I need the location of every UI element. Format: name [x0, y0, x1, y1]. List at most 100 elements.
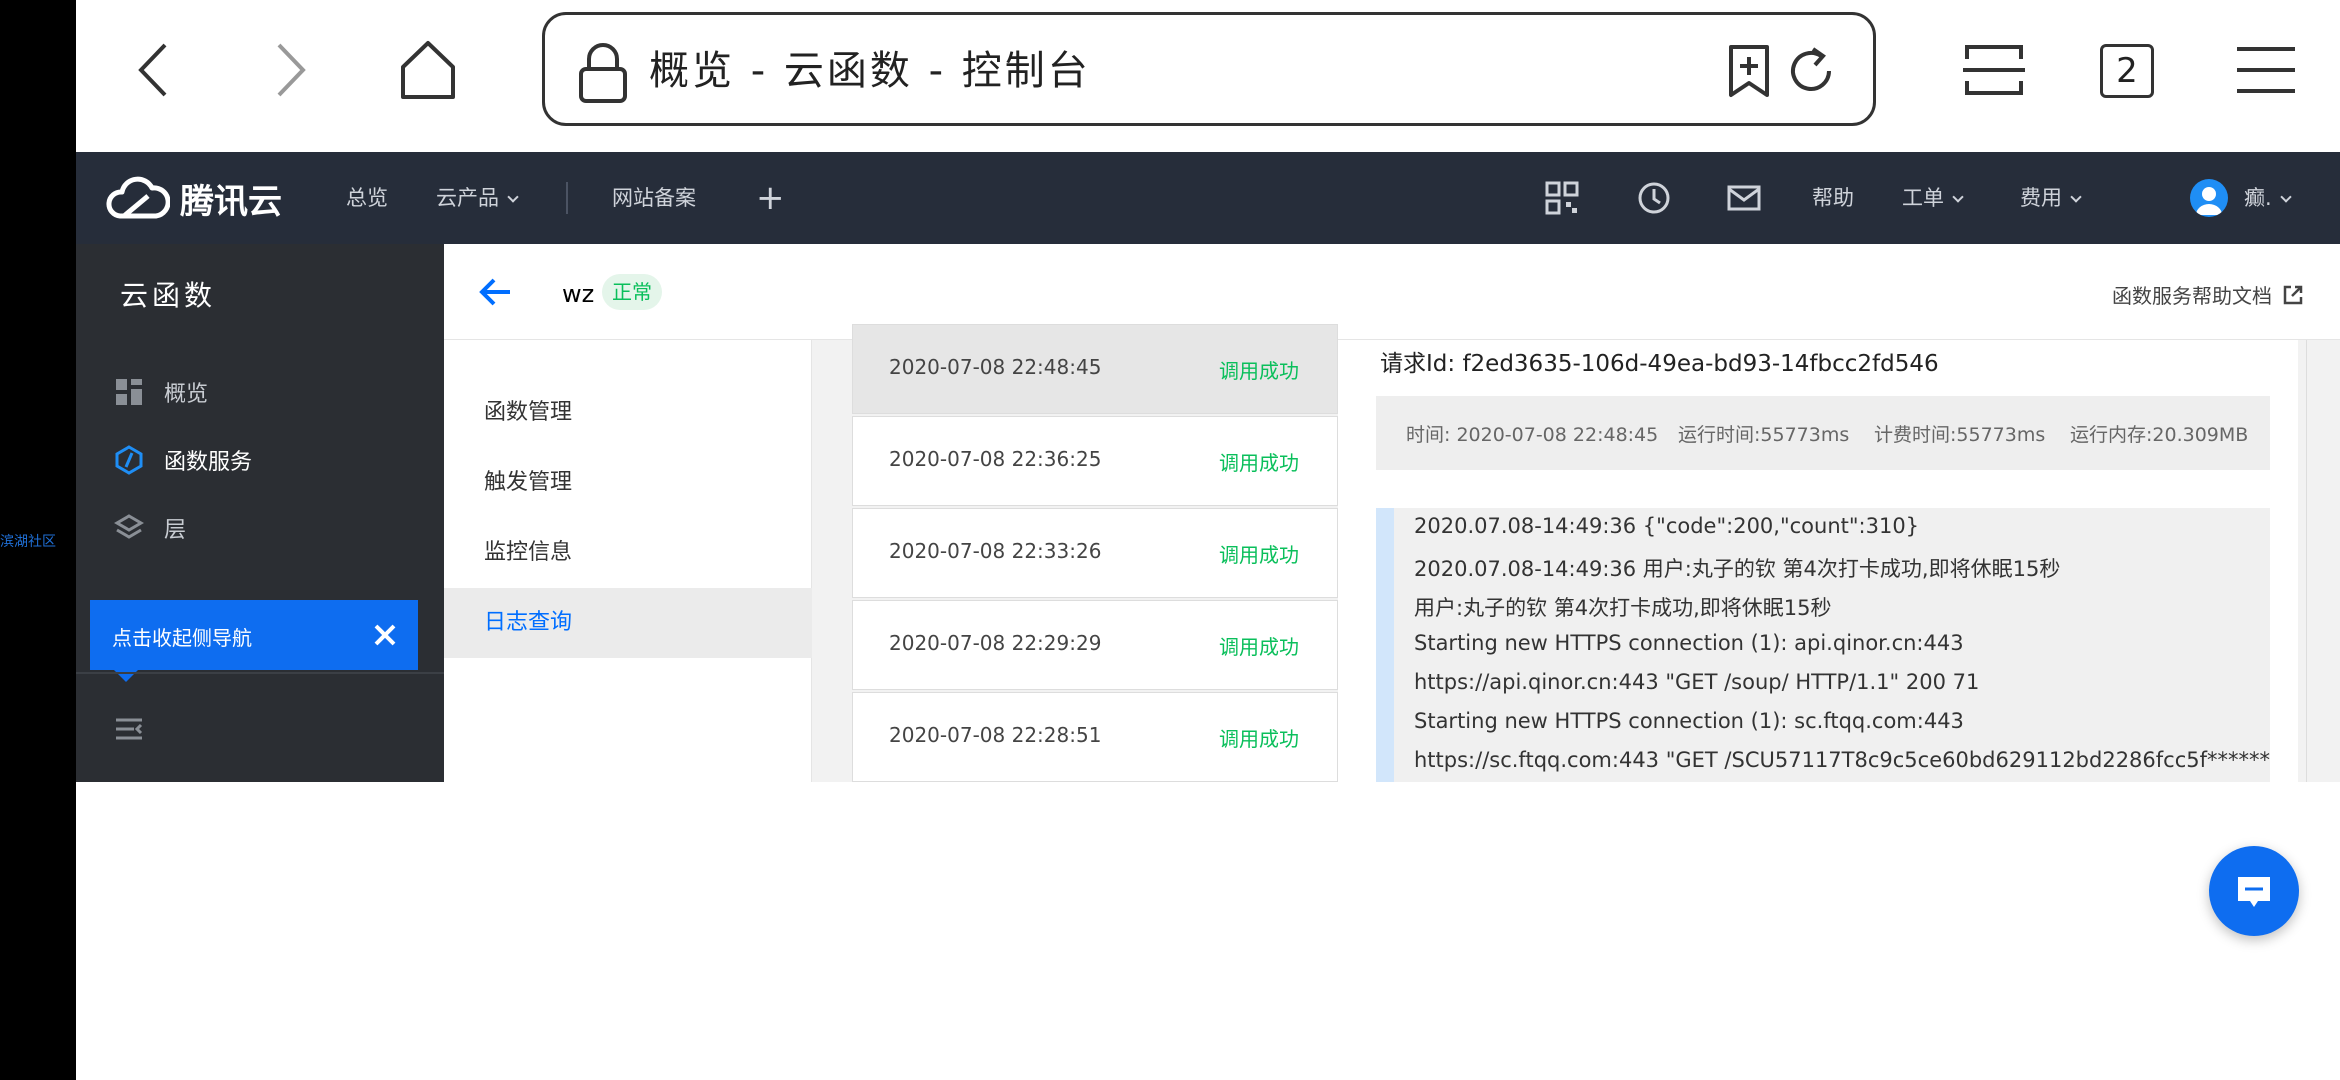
- cloud-logo-icon: [106, 176, 170, 219]
- collapse-sidebar-icon[interactable]: [114, 714, 144, 744]
- chevron-down-icon: [1952, 191, 1964, 203]
- collapse-nav-tooltip: 点击收起侧导航: [90, 600, 418, 682]
- submenu-monitoring[interactable]: 监控信息: [444, 518, 812, 588]
- screen: 概览 - 云函数 - 控制台 2 腾讯云 总览 云产品 网站备案 + 帮助 工单…: [76, 0, 2340, 1080]
- tencent-cloud-logo[interactable]: 腾讯云: [106, 172, 282, 224]
- log-row[interactable]: 2020-07-08 22:33:26 调用成功: [852, 508, 1338, 598]
- console-top-nav: 腾讯云 总览 云产品 网站备案 + 帮助 工单 费用 癫.: [76, 152, 2340, 244]
- log-row[interactable]: 2020-07-08 22:48:45 调用成功: [852, 324, 1338, 414]
- qr-code-icon[interactable]: [1544, 180, 1580, 216]
- function-hexagon-icon: [115, 445, 143, 475]
- sidebar-item-label: 函数服务: [164, 450, 253, 475]
- log-time: 2020-07-08 22:33:26: [889, 539, 1102, 563]
- function-header: wz 正常 函数服务帮助文档: [444, 244, 2340, 340]
- log-output: 2020.07.08-14:49:36 {"code":200,"count":…: [1376, 508, 2270, 782]
- log-line: 2020.07.08-14:49:36 {"code":200,"count":…: [1414, 514, 1920, 538]
- nav-ticket[interactable]: 工单: [1902, 152, 1964, 244]
- help-doc-label: 函数服务帮助文档: [2112, 284, 2272, 308]
- log-meta-time: 时间: 2020-07-08 22:48:45: [1406, 424, 1659, 446]
- sidebar: 云函数 概览 函数服务 层 点击收起侧导航: [76, 244, 444, 782]
- nav-billing[interactable]: 费用: [2020, 152, 2082, 244]
- nav-help[interactable]: 帮助: [1812, 152, 1854, 244]
- sidebar-item-label: 概览: [164, 382, 209, 407]
- toolbar-toggle-button[interactable]: [1954, 30, 2034, 110]
- log-status: 调用成功: [1219, 635, 1299, 659]
- log-time: 2020-07-08 22:36:25: [889, 447, 1102, 471]
- sidebar-item-layer[interactable]: 层: [114, 508, 186, 548]
- address-bar[interactable]: 概览 - 云函数 - 控制台: [542, 12, 1876, 126]
- chat-bubble-icon: [2238, 877, 2270, 907]
- menu-button[interactable]: [2226, 30, 2306, 110]
- home-button[interactable]: [388, 30, 468, 110]
- arrow-left-icon[interactable]: [478, 274, 514, 310]
- chevron-down-icon: [2280, 191, 2292, 203]
- nav-icp[interactable]: 网站备案: [612, 152, 696, 244]
- log-row[interactable]: 2020-07-08 22:36:25 调用成功: [852, 416, 1338, 506]
- nav-plus-button[interactable]: +: [756, 152, 785, 244]
- log-row[interactable]: 2020-07-08 22:28:51 调用成功: [852, 692, 1338, 782]
- nav-divider: [566, 182, 568, 214]
- clock-icon[interactable]: [1636, 180, 1672, 216]
- log-line: https://sc.ftqq.com:443 "GET /SCU57117T8…: [1414, 748, 2271, 772]
- home-icon: [401, 41, 455, 99]
- nav-overview[interactable]: 总览: [346, 152, 388, 244]
- layers-icon: [114, 514, 144, 539]
- chat-support-button[interactable]: [2209, 846, 2299, 936]
- log-line: https://api.qinor.cn:443 "GET /soup/ HTT…: [1414, 670, 1980, 694]
- browser-bar: 概览 - 云函数 - 控制台 2: [76, 0, 2340, 152]
- log-meta-billed-time: 计费时间:55773ms: [1874, 424, 2046, 446]
- tooltip-text: 点击收起侧导航: [112, 626, 252, 650]
- back-button[interactable]: [116, 30, 196, 110]
- tabs-button[interactable]: 2: [2100, 44, 2154, 98]
- split-view-icon: [1963, 45, 2025, 95]
- user-icon: [2196, 187, 2222, 215]
- log-line: Starting new HTTPS connection (1): sc.ft…: [1414, 709, 1964, 733]
- log-line: Starting new HTTPS connection (1): api.q…: [1414, 631, 1964, 655]
- status-badge: 正常: [602, 274, 662, 310]
- nav-products[interactable]: 云产品: [436, 152, 519, 244]
- nav-user[interactable]: 癫.: [2244, 152, 2292, 244]
- chevron-down-icon: [2070, 191, 2082, 203]
- submenu-trigger-management[interactable]: 触发管理: [444, 448, 812, 518]
- submenu-log-query[interactable]: 日志查询: [444, 588, 812, 658]
- log-status: 调用成功: [1219, 359, 1299, 383]
- avatar[interactable]: [2190, 179, 2228, 217]
- log-meta-runtime: 运行时间:55773ms: [1678, 424, 1850, 446]
- log-time: 2020-07-08 22:48:45: [889, 355, 1102, 379]
- external-link-icon: [2283, 285, 2303, 304]
- nav-user-label: 癫.: [2244, 186, 2272, 210]
- chevron-right-icon: [277, 43, 306, 97]
- address-text: 概览 - 云函数 - 控制台: [649, 48, 1091, 94]
- forward-button[interactable]: [248, 30, 328, 110]
- right-scroll-track[interactable]: [2306, 340, 2340, 782]
- log-status: 调用成功: [1219, 543, 1299, 567]
- sidebar-divider: [76, 672, 444, 674]
- submenu-function-management[interactable]: 函数管理: [444, 378, 812, 448]
- nav-products-label: 云产品: [436, 186, 499, 210]
- request-id: 请求Id: f2ed3635-106d-49ea-bd93-14fbcc2fd5…: [1380, 351, 1939, 377]
- log-line: 2020.07.08-14:49:36 用户:丸子的钦 第4次打卡成功,即将休眠…: [1414, 557, 2061, 581]
- log-line: 用户:丸子的钦 第4次打卡成功,即将休眠15秒: [1414, 596, 1832, 620]
- log-meta-box: 时间: 2020-07-08 22:48:45 运行时间:55773ms 计费时…: [1376, 396, 2270, 470]
- sidebar-item-function-service[interactable]: 函数服务: [114, 440, 252, 480]
- chevron-left-icon: [138, 43, 167, 97]
- nav-ticket-label: 工单: [1902, 186, 1944, 210]
- sidebar-item-overview[interactable]: 概览: [114, 372, 208, 412]
- bookmark-add-icon[interactable]: [1719, 41, 1779, 101]
- log-time: 2020-07-08 22:28:51: [889, 723, 1102, 747]
- reload-icon[interactable]: [1781, 41, 1841, 101]
- function-name: wz: [562, 280, 595, 308]
- close-icon[interactable]: [370, 620, 400, 650]
- log-time: 2020-07-08 22:29:29: [889, 631, 1102, 655]
- log-status: 调用成功: [1219, 451, 1299, 475]
- sidebar-title: 云函数: [120, 279, 217, 312]
- sidebar-item-label: 层: [164, 518, 187, 543]
- mail-icon[interactable]: [1726, 180, 1762, 216]
- chevron-down-icon: [507, 191, 519, 203]
- hamburger-menu-icon: [2237, 47, 2295, 93]
- lock-icon: [579, 43, 627, 103]
- log-list: 2020-07-08 22:48:45 调用成功 2020-07-08 22:3…: [852, 324, 1338, 782]
- log-row[interactable]: 2020-07-08 22:29:29 调用成功: [852, 600, 1338, 690]
- help-doc-link[interactable]: 函数服务帮助文档: [2112, 280, 2304, 309]
- log-status: 调用成功: [1219, 727, 1299, 751]
